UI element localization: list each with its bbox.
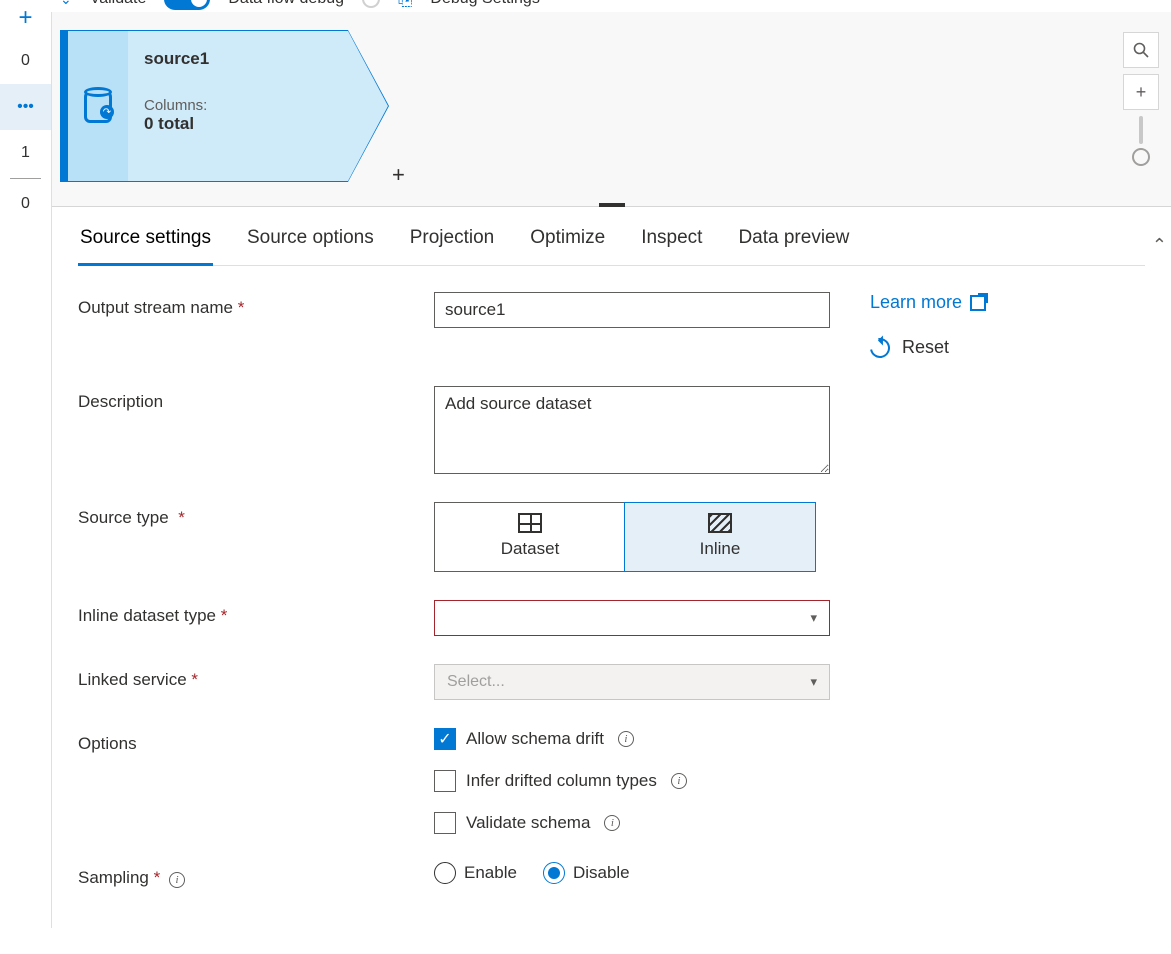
learn-more-link[interactable]: Learn more [870,292,1145,313]
inline-dataset-type-select[interactable]: ▾ [434,600,830,636]
description-input[interactable] [434,386,830,474]
linked-service-select[interactable]: Select... ▾ [434,664,830,700]
add-step-icon[interactable]: + [392,162,405,188]
source-type-dataset[interactable]: Dataset [435,503,625,571]
debug-toggle[interactable] [164,0,210,10]
info-icon[interactable]: i [604,815,620,831]
info-icon[interactable]: i [169,872,185,888]
zoom-slider-track[interactable] [1139,116,1143,144]
loading-spinner-icon [362,0,380,8]
sampling-disable-radio[interactable]: Disable [543,862,630,884]
label-output-stream-name: Output stream name * [78,292,398,318]
tab-source-settings[interactable]: Source settings [78,227,213,266]
settings-tabs: Source settings Source options Projectio… [78,207,1145,266]
tab-optimize[interactable]: Optimize [528,227,607,265]
add-icon[interactable]: + [18,4,32,38]
validate-chevron-icon[interactable]: ⌄ [60,0,72,8]
node-arrow-icon [348,31,388,181]
label-sampling: Sampling * i [78,862,398,888]
tab-inspect[interactable]: Inspect [639,227,704,265]
node-accent-bar [60,30,68,182]
rail-slot-2[interactable]: 0 [0,181,51,227]
rail-slot-1[interactable]: 1 [0,130,51,176]
external-link-icon [970,295,986,311]
tab-data-preview[interactable]: Data preview [736,227,851,265]
source-type-inline[interactable]: Inline [624,502,816,572]
node-db-icon: ↷ [68,30,128,182]
chevron-down-icon: ▾ [810,610,817,626]
top-toolbar: ⌄ Validate Data flow debug ⎘ Debug Setti… [0,0,1171,12]
debug-settings-icon[interactable]: ⎘ [398,0,412,10]
sampling-enable-radio[interactable]: Enable [434,862,517,884]
validate-schema-checkbox[interactable] [434,812,456,834]
output-stream-name-input[interactable] [434,292,830,328]
infer-drifted-checkbox[interactable] [434,770,456,792]
left-rail: + 0 ••• 1 0 [0,12,52,928]
allow-schema-drift-label: Allow schema drift [466,729,604,749]
source-node[interactable]: ↷ source1 Columns: 0 total [60,30,348,182]
zoom-slider-handle[interactable] [1132,148,1150,166]
dataflow-canvas[interactable]: ↷ source1 Columns: 0 total + + [52,12,1171,207]
debug-settings-button[interactable]: Debug Settings [430,0,539,8]
chevron-down-icon: ▾ [810,674,817,690]
dataset-grid-icon [518,513,542,533]
node-title: source1 [144,49,332,69]
validate-button[interactable]: Validate [90,0,147,8]
collapse-panel-icon[interactable]: ⌃ [1152,235,1167,256]
label-inline-dataset-type: Inline dataset type * [78,600,398,626]
canvas-tools: + [1123,32,1159,166]
node-columns-label: Columns: [144,97,332,114]
rail-slot-active[interactable]: ••• [0,84,51,130]
tab-projection[interactable]: Projection [408,227,497,265]
source-type-segmented: Dataset Inline [434,502,816,572]
label-linked-service: Linked service * [78,664,398,690]
tab-source-options[interactable]: Source options [245,227,376,265]
info-icon[interactable]: i [671,773,687,789]
node-columns-value: 0 total [144,114,332,134]
infer-drifted-label: Infer drifted column types [466,771,657,791]
info-icon[interactable]: i [618,731,634,747]
allow-schema-drift-checkbox[interactable] [434,728,456,750]
zoom-in-icon[interactable]: + [1123,74,1159,110]
reset-icon [866,334,894,362]
label-description: Description [78,386,398,412]
rail-separator [10,178,41,179]
label-options: Options [78,728,398,754]
search-icon[interactable] [1123,32,1159,68]
rail-slot-0[interactable]: 0 [0,38,51,84]
label-source-type: Source type * [78,502,398,528]
validate-schema-label: Validate schema [466,813,590,833]
reset-button[interactable]: Reset [870,337,1145,358]
debug-toggle-label: Data flow debug [228,0,344,8]
inline-hatch-icon [708,513,732,533]
